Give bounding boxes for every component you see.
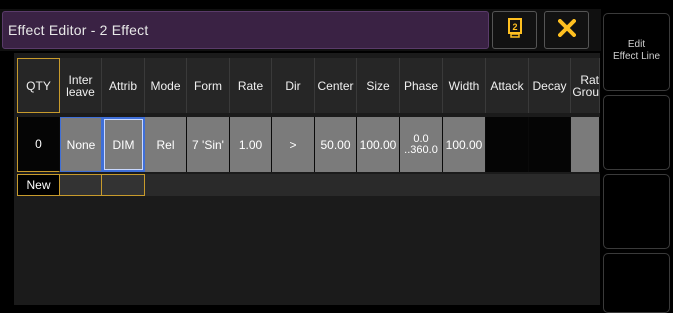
side-button-3[interactable]	[603, 174, 670, 249]
close-icon	[557, 18, 576, 42]
col-header-interleave[interactable]: Inter leave	[60, 58, 102, 113]
col-header-qty[interactable]: QTY	[17, 58, 60, 113]
col-header-width[interactable]: Width	[443, 58, 486, 113]
cell-dir[interactable]: >	[272, 117, 315, 172]
new-row-cell-attrib[interactable]	[102, 174, 145, 196]
col-header-dir[interactable]: Dir	[272, 58, 315, 113]
col-header-decay[interactable]: Decay	[529, 58, 571, 113]
svg-text:2: 2	[512, 22, 517, 32]
window-title: Effect Editor - 2 Effect	[2, 11, 489, 49]
col-header-mode[interactable]: Mode	[145, 58, 187, 113]
cell-phase[interactable]: 0.0 ..360.0	[400, 117, 443, 172]
cell-rate[interactable]: 1.00	[230, 117, 272, 172]
col-header-phase[interactable]: Phase	[400, 58, 443, 113]
cell-attrib[interactable]: DIM	[102, 117, 145, 172]
side-button-4[interactable]	[603, 253, 670, 313]
cell-width[interactable]: 100.00	[443, 117, 486, 172]
col-header-rate-group[interactable]: Rat Grou	[571, 58, 600, 113]
close-button[interactable]	[544, 11, 589, 49]
col-header-size[interactable]: Size	[357, 58, 400, 113]
cell-form[interactable]: 7 'Sin'	[187, 117, 230, 172]
col-header-center[interactable]: Center	[315, 58, 357, 113]
new-row-empty	[145, 174, 600, 196]
cell-interleave[interactable]: None	[60, 117, 102, 172]
sheet-view-button[interactable]: 2	[492, 11, 537, 49]
cell-mode[interactable]: Rel	[145, 117, 187, 172]
cell-attack[interactable]	[486, 117, 529, 172]
sheet-icon: 2	[506, 17, 524, 43]
cell-size[interactable]: 100.00	[357, 117, 400, 172]
new-row-button[interactable]: New	[17, 174, 60, 196]
cell-qty[interactable]: 0	[17, 117, 60, 172]
col-header-attack[interactable]: Attack	[486, 58, 529, 113]
edit-effect-line-button[interactable]: Edit Effect Line	[603, 13, 670, 91]
cell-decay[interactable]	[529, 117, 571, 172]
cell-center[interactable]: 50.00	[315, 117, 357, 172]
col-header-form[interactable]: Form	[187, 58, 230, 113]
new-row-cell-interleave[interactable]	[60, 174, 102, 196]
col-header-rate[interactable]: Rate	[230, 58, 272, 113]
cell-rate-group[interactable]	[571, 117, 600, 172]
col-header-attrib[interactable]: Attrib	[102, 58, 145, 113]
side-button-2[interactable]	[603, 95, 670, 170]
